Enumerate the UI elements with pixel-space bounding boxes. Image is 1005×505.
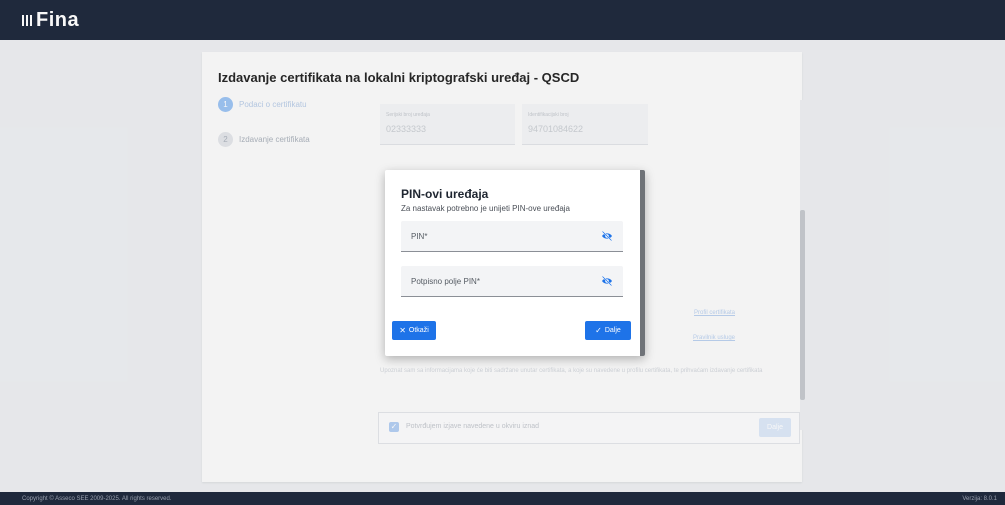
cancel-label: Otkaži xyxy=(408,327,429,334)
next-label: Dalje xyxy=(604,327,621,334)
cancel-button[interactable]: ✕ Otkaži xyxy=(392,321,436,340)
close-icon: ✕ xyxy=(399,326,406,335)
next-button[interactable]: ✓ Dalje xyxy=(585,321,631,340)
pin-input[interactable]: PIN* xyxy=(401,221,623,252)
eye-off-icon[interactable] xyxy=(601,231,613,241)
dialog-subtitle: Za nastavak potrebno je unijeti PIN-ove … xyxy=(401,204,570,213)
dialog-title: PIN-ovi uređaja xyxy=(401,187,489,201)
pin-dialog: PIN-ovi uređaja Za nastavak potrebno je … xyxy=(385,170,645,356)
pin-label: PIN* xyxy=(411,232,428,241)
eye-off-icon[interactable] xyxy=(601,276,613,286)
check-icon: ✓ xyxy=(595,326,602,335)
dialog-scrollbar xyxy=(640,170,645,356)
signature-pin-label: Potpisno polje PIN* xyxy=(411,277,480,286)
signature-pin-input[interactable]: Potpisno polje PIN* xyxy=(401,266,623,297)
